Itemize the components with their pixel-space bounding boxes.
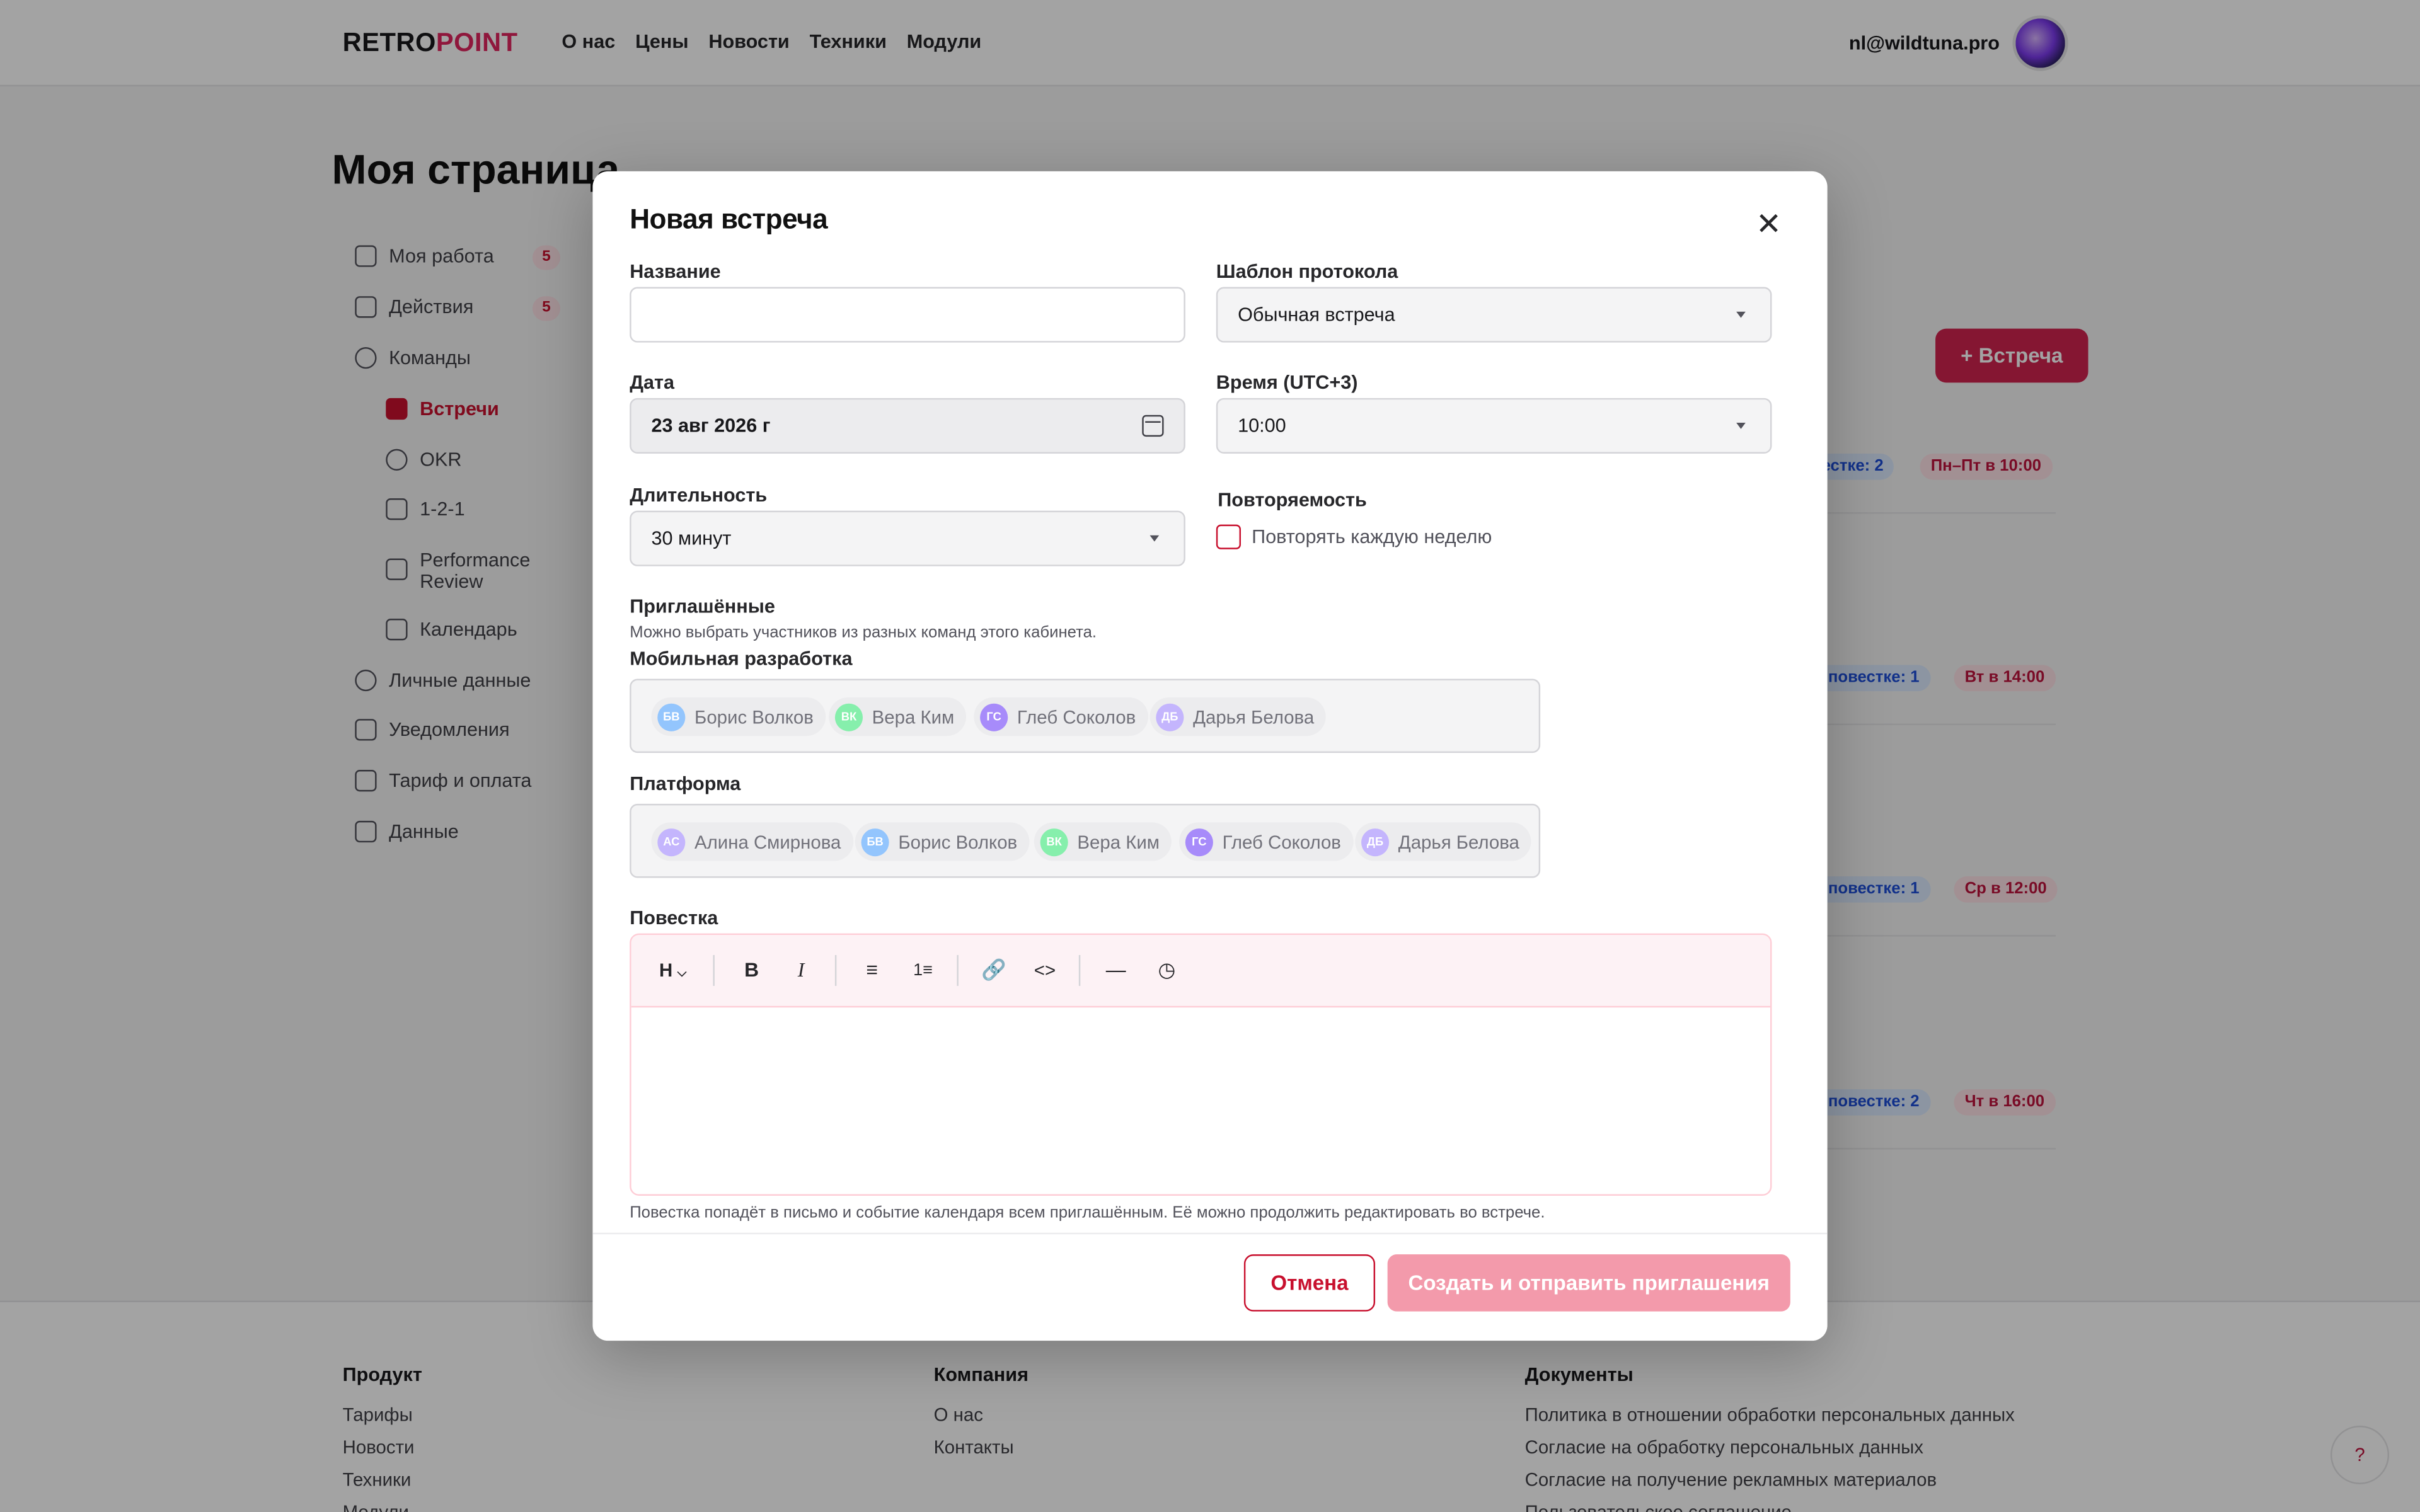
bold-icon[interactable]: B bbox=[735, 953, 769, 987]
member-avatar: ГС bbox=[980, 702, 1008, 731]
member-chip[interactable]: БВ Борис Волков bbox=[651, 697, 826, 736]
member-avatar: ВК bbox=[1040, 827, 1068, 856]
invited-label: Приглашённые bbox=[630, 595, 775, 617]
cancel-button[interactable]: Отмена bbox=[1243, 1254, 1376, 1312]
page: RETROPOINT О нас Цены Новости Техники Мо… bbox=[0, 0, 2420, 1512]
agenda-label: Повестка bbox=[630, 907, 718, 929]
member-chip[interactable]: ВК Вера Ким bbox=[829, 697, 967, 736]
horizontal-rule-icon[interactable]: — bbox=[1099, 953, 1133, 987]
new-meeting-dialog: Новая встреча ✕ Название Шаблон протокол… bbox=[592, 171, 1828, 1341]
template-label: Шаблон протокола bbox=[1216, 260, 1398, 283]
team-members-box: БВ Борис Волков ВК Вера Ким ГС Глеб Соколов… bbox=[630, 679, 1541, 753]
member-chip[interactable]: ГС Глеб Соколов bbox=[974, 697, 1148, 736]
member-chip[interactable]: БВ Борис Волков bbox=[855, 822, 1030, 861]
member-chip[interactable]: АС Алина Смирнова bbox=[651, 822, 853, 861]
member-chip[interactable]: ГС Глеб Соколов bbox=[1179, 822, 1354, 861]
calendar-icon bbox=[1142, 415, 1164, 437]
member-avatar: ГС bbox=[1185, 827, 1213, 856]
numbered-list-icon[interactable]: 1≡ bbox=[906, 953, 940, 987]
team-name: Мобильная разработка bbox=[630, 648, 853, 670]
member-chip[interactable]: ДБ Дарья Белова bbox=[1355, 822, 1532, 861]
repeat-label: Повторяемость bbox=[1218, 489, 1367, 511]
editor-toolbar: H ⌵ B I ≡ 1≡ 🔗 <> — ◷ bbox=[631, 935, 1771, 1008]
dialog-footer: Отмена Создать и отправить приглашения bbox=[592, 1232, 1828, 1341]
name-label: Название bbox=[630, 260, 721, 283]
time-select[interactable]: 10:00 bbox=[1216, 398, 1772, 454]
chevron-down-icon bbox=[1736, 311, 1746, 318]
team-name: Платформа bbox=[630, 772, 741, 795]
heading-dropdown[interactable]: H ⌵ bbox=[653, 953, 693, 987]
chevron-down-icon bbox=[1150, 535, 1160, 542]
member-chip[interactable]: ДБ Дарья Белова bbox=[1150, 697, 1327, 736]
toolbar-divider bbox=[713, 954, 715, 986]
date-picker[interactable]: 23 авг 2026 г bbox=[630, 398, 1185, 454]
toolbar-divider bbox=[834, 954, 837, 986]
time-label: Время (UTC+3) bbox=[1216, 372, 1358, 394]
name-input[interactable] bbox=[630, 287, 1185, 343]
toolbar-divider bbox=[957, 954, 959, 986]
member-avatar: БВ bbox=[657, 702, 686, 731]
member-avatar: ВК bbox=[834, 702, 863, 731]
member-avatar: ДБ bbox=[1156, 702, 1184, 731]
member-avatar: БВ bbox=[861, 827, 889, 856]
chevron-down-icon: ⌵ bbox=[677, 966, 687, 980]
date-label: Дата bbox=[630, 372, 675, 394]
invited-hint: Можно выбрать участников из разных коман… bbox=[630, 623, 1097, 642]
member-chip[interactable]: ВК Вера Ким bbox=[1034, 822, 1172, 861]
team-members-box: АС Алина Смирнова БВ Борис Волков ВК Вера К… bbox=[630, 803, 1541, 878]
create-and-send-button[interactable]: Создать и отправить приглашения bbox=[1387, 1254, 1790, 1312]
code-icon[interactable]: <> bbox=[1028, 953, 1062, 987]
chevron-down-icon bbox=[1736, 423, 1746, 429]
agenda-text-area[interactable] bbox=[631, 1007, 1770, 1194]
agenda-editor: H ⌵ B I ≡ 1≡ 🔗 <> — ◷ bbox=[630, 933, 1772, 1196]
link-icon[interactable]: 🔗 bbox=[977, 953, 1011, 987]
italic-icon[interactable]: I bbox=[784, 953, 818, 987]
template-select[interactable]: Обычная встреча bbox=[1216, 287, 1772, 343]
member-avatar: ДБ bbox=[1361, 827, 1390, 856]
repeat-weekly-label[interactable]: Повторять каждую неделю bbox=[1252, 526, 1492, 547]
repeat-weekly-checkbox[interactable] bbox=[1216, 524, 1241, 549]
duration-select[interactable]: 30 минут bbox=[630, 510, 1185, 566]
clock-icon[interactable]: ◷ bbox=[1150, 953, 1184, 987]
dialog-title: Новая встреча bbox=[630, 203, 828, 235]
close-icon[interactable]: ✕ bbox=[1753, 210, 1784, 241]
agenda-hint: Повестка попадёт в письмо и событие кале… bbox=[630, 1203, 1545, 1222]
toolbar-divider bbox=[1078, 954, 1081, 986]
member-avatar: АС bbox=[657, 827, 686, 856]
bullet-list-icon[interactable]: ≡ bbox=[855, 953, 889, 987]
duration-label: Длительность bbox=[630, 484, 768, 507]
